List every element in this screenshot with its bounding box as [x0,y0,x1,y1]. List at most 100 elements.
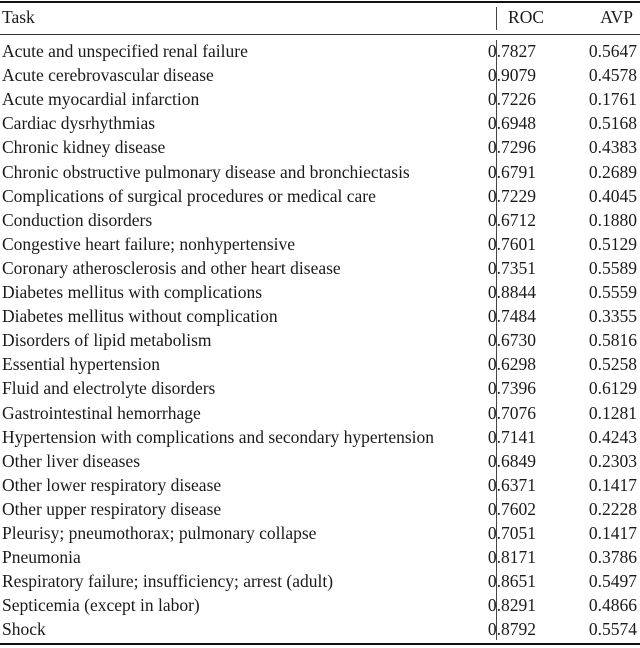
top-rule [0,1,640,3]
table-row: Other upper respiratory disease 0.7602 0.2… [0,497,640,521]
task-cell: Gastrointestinal hemorrhage [2,402,201,423]
table-row: Coronary atherosclerosis and other heart… [0,256,640,280]
avp-cell: 0.1880 [588,209,637,230]
avp-cell: 0.5497 [588,571,637,592]
table-row: Pleurisy; pneumothorax; pulmonary collap… [0,521,640,545]
header-task: Task [2,7,35,27]
table-row: Respiratory failure; insufficiency; arre… [0,569,640,593]
table-row: Conduction disorders 0.6712 0.1880 [0,208,640,232]
table-row: Acute myocardial infarction 0.7226 0.1761 [0,87,640,111]
task-cell: Other upper respiratory disease [2,498,222,519]
avp-cell: 0.1281 [588,402,637,423]
avp-cell: 0.2228 [588,498,637,519]
task-cell: Pleurisy; pneumothorax; pulmonary collap… [2,523,317,543]
task-cell: Acute and unspecified renal failure [2,41,248,61]
table-row: Complications of surgical procedures or … [0,184,640,208]
task-cell: Acute cerebrovascular disease [2,65,214,86]
table-row: Congestive heart failure; nonhypertensiv… [0,232,640,256]
roc-cell: 0.9079 [487,65,536,86]
task-cell: Fluid and electrolyte disorders [2,378,216,399]
avp-cell: 0.4578 [588,65,637,86]
task-cell: Complications of surgical procedures or … [2,185,376,206]
task-cell: Coronary atherosclerosis and other heart… [2,257,341,278]
roc-cell: 0.8651 [487,571,536,592]
avp-cell: 0.6129 [588,378,637,399]
avp-cell: 0.2303 [588,450,637,471]
task-cell: Pneumonia [2,547,81,568]
avp-cell: 0.5129 [588,233,637,254]
roc-cell: 0.7484 [487,306,536,327]
avp-cell: 0.5816 [588,330,637,351]
table-row: Chronic kidney disease 0.7296 0.4383 [0,135,640,159]
roc-cell: 0.7396 [487,378,536,399]
roc-cell: 0.7827 [487,41,536,61]
header-avp: AVP [600,7,633,27]
avp-cell: 0.5559 [588,282,637,302]
roc-cell: 0.7229 [487,185,536,206]
table-row: Other lower respiratory disease 0.6371 0.1… [0,473,640,497]
task-cell: Diabetes mellitus without complication [2,306,278,327]
roc-cell: 0.7601 [487,233,536,254]
roc-cell: 0.6712 [487,209,536,230]
task-cell: Chronic kidney disease [2,137,166,158]
task-cell: Congestive heart failure; nonhypertensiv… [2,233,296,254]
avp-cell: 0.2689 [588,161,637,182]
roc-cell: 0.7051 [487,523,536,543]
task-cell: Diabetes mellitus with complications [2,282,263,302]
avp-cell: 0.1417 [588,474,637,495]
avp-cell: 0.3355 [588,306,637,327]
table-row: Other liver diseases 0.6849 0.2303 [0,449,640,473]
roc-cell: 0.8291 [487,595,536,616]
roc-cell: 0.7296 [487,137,536,158]
table-row: Acute cerebrovascular disease 0.9079 0.457… [0,63,640,87]
task-cell: Hypertension with complications and seco… [2,426,435,447]
avp-cell: 0.5647 [588,41,637,61]
header-rule [0,34,640,35]
task-cell: Septicemia (except in labor) [2,595,200,616]
bottom-rule [0,643,640,645]
table-row: Fluid and electrolyte disorders 0.7396 0.6… [0,376,640,400]
task-cell: Acute myocardial infarction [2,89,200,110]
avp-cell: 0.5258 [588,354,637,375]
roc-cell: 0.6948 [487,113,536,134]
table-row: Diabetes mellitus without complication 0.… [0,304,640,328]
table-row: Diabetes mellitus with complications 0.88… [0,280,640,304]
avp-cell: 0.1761 [588,89,637,110]
table-row: Acute and unspecified renal failure 0.782… [0,39,640,63]
task-cell: Shock [2,619,46,640]
task-cell: Other liver diseases [2,450,141,471]
table-row: Essential hypertension 0.6298 0.5258 [0,352,640,376]
roc-cell: 0.7141 [487,426,536,447]
task-cell: Essential hypertension [2,354,160,375]
task-cell: Chronic obstructive pulmonary disease an… [2,161,410,182]
avp-cell: 0.1417 [588,523,637,543]
task-cell: Disorders of lipid metabolism [2,330,212,351]
table-row: Shock 0.8792 0.5574 [0,617,640,641]
header-roc: ROC [508,7,544,27]
roc-cell: 0.7076 [487,402,536,423]
table-row: Gastrointestinal hemorrhage 0.7076 0.1281 [0,401,640,425]
task-cell: Other lower respiratory disease [2,474,222,495]
table-row: Pneumonia 0.8171 0.3786 [0,545,640,569]
avp-cell: 0.5589 [588,257,637,278]
roc-cell: 0.6791 [487,161,536,182]
avp-cell: 0.4045 [588,185,637,206]
avp-cell: 0.4866 [588,595,637,616]
avp-cell: 0.5168 [588,113,637,134]
avp-cell: 0.3786 [588,547,637,568]
roc-cell: 0.8844 [487,282,536,302]
roc-cell: 0.7602 [487,498,536,519]
roc-cell: 0.6730 [487,330,536,351]
roc-cell: 0.8171 [487,547,536,568]
roc-cell: 0.7226 [487,89,536,110]
roc-cell: 0.6849 [487,450,536,471]
roc-cell: 0.8792 [487,619,536,640]
task-cell: Conduction disorders [2,209,153,230]
table-row: Septicemia (except in labor) 0.8291 0.4866 [0,593,640,617]
roc-cell: 0.7351 [487,257,536,278]
table-row: Hypertension with complications and seco… [0,425,640,449]
roc-cell: 0.6371 [487,474,536,495]
column-divider-header [496,7,497,30]
table-row: Disorders of lipid metabolism 0.6730 0.581… [0,328,640,352]
table-row: Cardiac dysrhythmias 0.6948 0.5168 [0,111,640,135]
